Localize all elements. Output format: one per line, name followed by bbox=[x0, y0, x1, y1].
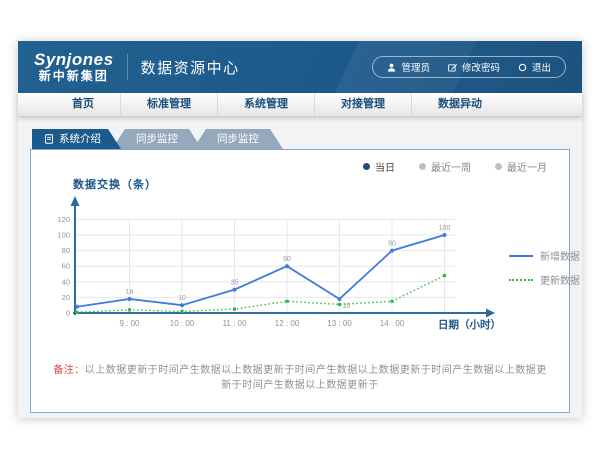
header-actions: 管理员 修改密码 退出 bbox=[372, 56, 566, 78]
footer-note: 备注：以上数据更新于时间产生数据以上数据更新于时间产生数据以上数据更新于时间产生… bbox=[31, 361, 569, 391]
edit-icon bbox=[448, 63, 457, 72]
svg-text:80: 80 bbox=[388, 241, 396, 248]
company-logo: Synjones 新中新集团 bbox=[34, 51, 114, 83]
user-icon bbox=[387, 63, 396, 72]
svg-text:100: 100 bbox=[57, 231, 70, 240]
line-chart-svg: 0 20 40 60 80 100 120 9 : 00 10 : 00 11 : 00 12 : … bbox=[45, 192, 503, 344]
legend-line-sample bbox=[509, 279, 533, 281]
radio-last-month[interactable]: 最近一月 bbox=[495, 159, 547, 174]
tab-label: 系统介绍 bbox=[59, 129, 101, 149]
app-window: Synjones 新中新集团 数据资源中心 管理员修改密码退出 首页标准管理系统… bbox=[18, 41, 582, 418]
tab-system-intro[interactable]: 系统介绍 bbox=[32, 129, 121, 149]
radio-label: 当日 bbox=[375, 159, 395, 174]
svg-text:0: 0 bbox=[66, 309, 70, 318]
document-icon bbox=[44, 134, 54, 144]
system-intro-panel: 当日 最近一周 最近一月 数据交换（条） 0 20 40 60 80 100 120 9 : 00… bbox=[30, 149, 570, 413]
svg-text:日期（小时）: 日期（小时） bbox=[438, 318, 501, 331]
app-title: 数据资源中心 bbox=[141, 57, 240, 78]
svg-text:60: 60 bbox=[62, 262, 70, 271]
svg-text:20: 20 bbox=[62, 293, 70, 302]
legend-line-sample bbox=[509, 255, 533, 257]
svg-text:10: 10 bbox=[178, 295, 186, 302]
nav-item-home[interactable]: 首页 bbox=[46, 93, 120, 116]
legend-label: 更新数据 bbox=[540, 272, 580, 287]
tab-sync-monitor-1[interactable]: 同步监控 bbox=[112, 129, 202, 149]
main-nav: 首页标准管理系统管理对接管理数据异动 bbox=[18, 93, 582, 117]
admin-user-label: 管理员 bbox=[401, 60, 430, 74]
logo-text-en: Synjones bbox=[34, 51, 114, 70]
radio-today[interactable]: 当日 bbox=[363, 159, 395, 174]
change-password-button[interactable]: 修改密码 bbox=[448, 60, 500, 74]
power-icon bbox=[518, 63, 527, 72]
legend-label: 新增数据 bbox=[540, 248, 580, 263]
nav-item-data-change[interactable]: 数据异动 bbox=[411, 93, 508, 116]
svg-text:14 : 00: 14 : 00 bbox=[380, 319, 405, 328]
tab-bar: 系统介绍 同步监控 同步监控 bbox=[32, 129, 570, 149]
chart-y-axis-title: 数据交换（条） bbox=[73, 176, 569, 192]
radio-dot bbox=[419, 163, 426, 170]
radio-dot bbox=[363, 163, 370, 170]
svg-text:9 : 00: 9 : 00 bbox=[119, 319, 140, 328]
admin-user-button[interactable]: 管理员 bbox=[387, 60, 430, 74]
svg-text:120: 120 bbox=[57, 215, 70, 224]
svg-text:100: 100 bbox=[439, 225, 451, 232]
svg-text:11 : 00: 11 : 00 bbox=[223, 319, 247, 328]
svg-text:10 : 00: 10 : 00 bbox=[170, 319, 195, 328]
line-chart: 0 20 40 60 80 100 120 9 : 00 10 : 00 11 : 00 12 : … bbox=[45, 192, 503, 349]
legend-item-new-data[interactable]: 新增数据 bbox=[509, 248, 580, 263]
header-divider bbox=[127, 54, 128, 80]
time-range-filter: 当日 最近一周 最近一月 bbox=[31, 150, 569, 174]
radio-label: 最近一周 bbox=[431, 159, 471, 174]
radio-dot bbox=[495, 163, 502, 170]
nav-item-system-management[interactable]: 系统管理 bbox=[217, 93, 314, 116]
svg-text:80: 80 bbox=[62, 246, 70, 255]
nav-item-interface-management[interactable]: 对接管理 bbox=[314, 93, 411, 116]
content-area: 系统介绍 同步监控 同步监控 当日 最近一周 最近一月 数据交换（条） 0 20 40 60 8… bbox=[18, 117, 582, 413]
radio-label: 最近一月 bbox=[507, 159, 547, 174]
tab-sync-monitor-2[interactable]: 同步监控 bbox=[193, 129, 283, 149]
logout-label: 退出 bbox=[532, 60, 551, 74]
radio-last-week[interactable]: 最近一周 bbox=[419, 159, 471, 174]
logout-button[interactable]: 退出 bbox=[518, 60, 551, 74]
chart-legend: 新增数据更新数据 bbox=[509, 248, 580, 349]
svg-text:40: 40 bbox=[62, 277, 70, 286]
svg-text:35: 35 bbox=[231, 280, 239, 287]
svg-text:12 : 00: 12 : 00 bbox=[275, 319, 300, 328]
svg-text:13 : 00: 13 : 00 bbox=[327, 319, 352, 328]
nav-item-standard-management[interactable]: 标准管理 bbox=[120, 93, 217, 116]
note-text: 以上数据更新于时间产生数据以上数据更新于时间产生数据以上数据更新于时间产生数据以… bbox=[85, 365, 547, 391]
tab-label: 同步监控 bbox=[136, 133, 178, 145]
logo-text-cn: 新中新集团 bbox=[34, 70, 114, 83]
svg-text:60: 60 bbox=[283, 256, 291, 263]
tab-label: 同步监控 bbox=[217, 133, 259, 145]
svg-text:18: 18 bbox=[126, 289, 134, 296]
chart-area: 0 20 40 60 80 100 120 9 : 00 10 : 00 11 : 00 12 : … bbox=[31, 192, 569, 349]
legend-item-update-data[interactable]: 更新数据 bbox=[509, 272, 580, 287]
app-header: Synjones 新中新集团 数据资源中心 管理员 修改密码 退出 bbox=[18, 41, 582, 93]
note-prefix: 备注： bbox=[53, 365, 85, 376]
change-password-label: 修改密码 bbox=[462, 60, 500, 74]
